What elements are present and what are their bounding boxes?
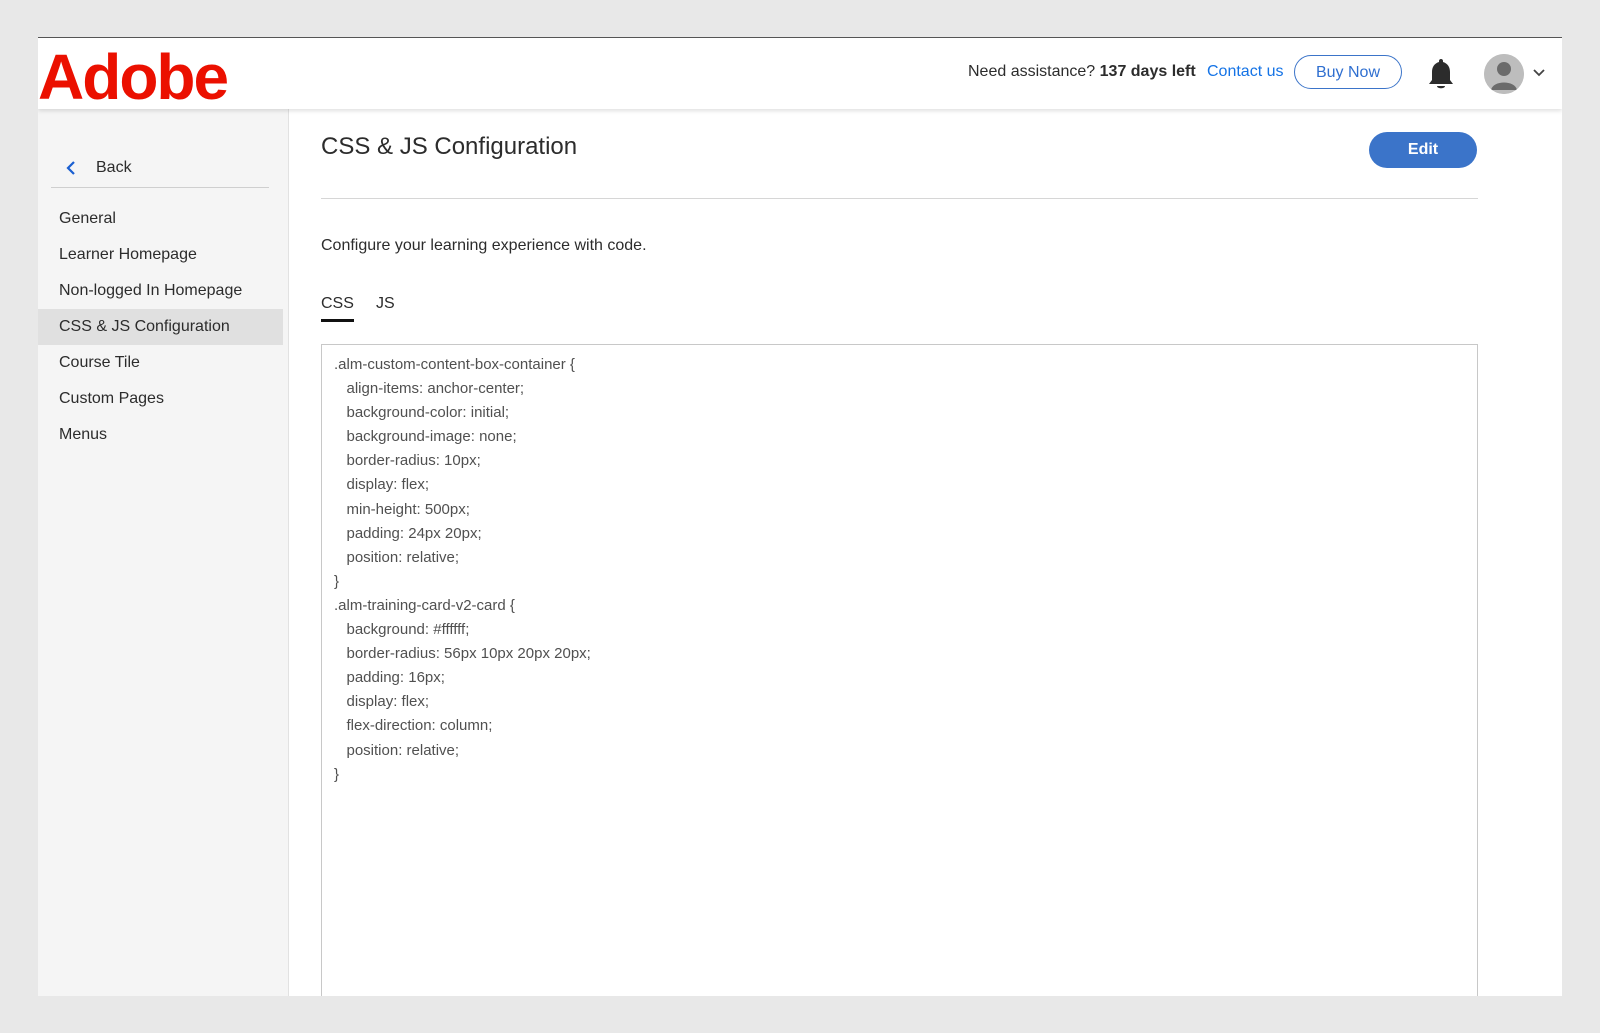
bell-icon[interactable]: [1426, 57, 1456, 91]
css-code: .alm-custom-content-box-container { alig…: [334, 356, 591, 783]
sidebar-item-course-tile[interactable]: Course Tile: [38, 345, 283, 381]
chevron-down-icon[interactable]: [1532, 66, 1546, 80]
user-avatar-icon: [1484, 54, 1524, 94]
sidebar-item-custom-pages[interactable]: Custom Pages: [38, 381, 283, 417]
code-editor[interactable]: .alm-custom-content-box-container { alig…: [321, 344, 1478, 996]
page-title: CSS & JS Configuration: [321, 133, 578, 160]
contact-us-link[interactable]: Contact us: [1207, 63, 1283, 81]
assistance-label: Need assistance?: [968, 63, 1096, 80]
settings-sidebar: Back General Learner Homepage Non-logged…: [38, 109, 289, 996]
buy-now-button[interactable]: Buy Now: [1294, 55, 1402, 89]
back-button[interactable]: Back: [51, 155, 269, 188]
sidebar-nav: General Learner Homepage Non-logged In H…: [38, 201, 283, 453]
trial-days-left: 137 days left: [1099, 63, 1196, 80]
sidebar-item-learner-homepage[interactable]: Learner Homepage: [38, 237, 283, 273]
sidebar-item-css-js-configuration[interactable]: CSS & JS Configuration: [38, 309, 283, 345]
tab-css[interactable]: CSS: [321, 295, 354, 322]
app-window: Adobe Need assistance? 137 days left Con…: [38, 37, 1562, 996]
tab-js[interactable]: JS: [376, 295, 395, 319]
sidebar-item-menus[interactable]: Menus: [38, 417, 283, 453]
main-content: CSS & JS Configuration Edit Configure yo…: [288, 109, 1562, 996]
title-divider: [321, 198, 1478, 199]
chevron-left-icon: [65, 161, 77, 175]
edit-button[interactable]: Edit: [1369, 132, 1477, 168]
sidebar-item-general[interactable]: General: [38, 201, 283, 237]
page-description: Configure your learning experience with …: [321, 237, 647, 254]
assistance-text: Need assistance? 137 days left: [968, 63, 1196, 81]
adobe-logo[interactable]: Adobe: [38, 40, 229, 114]
avatar[interactable]: [1484, 54, 1524, 94]
back-label: Back: [96, 159, 132, 176]
top-header: Adobe Need assistance? 137 days left Con…: [38, 38, 1562, 113]
sidebar-item-non-logged-in-homepage[interactable]: Non-logged In Homepage: [38, 273, 283, 309]
